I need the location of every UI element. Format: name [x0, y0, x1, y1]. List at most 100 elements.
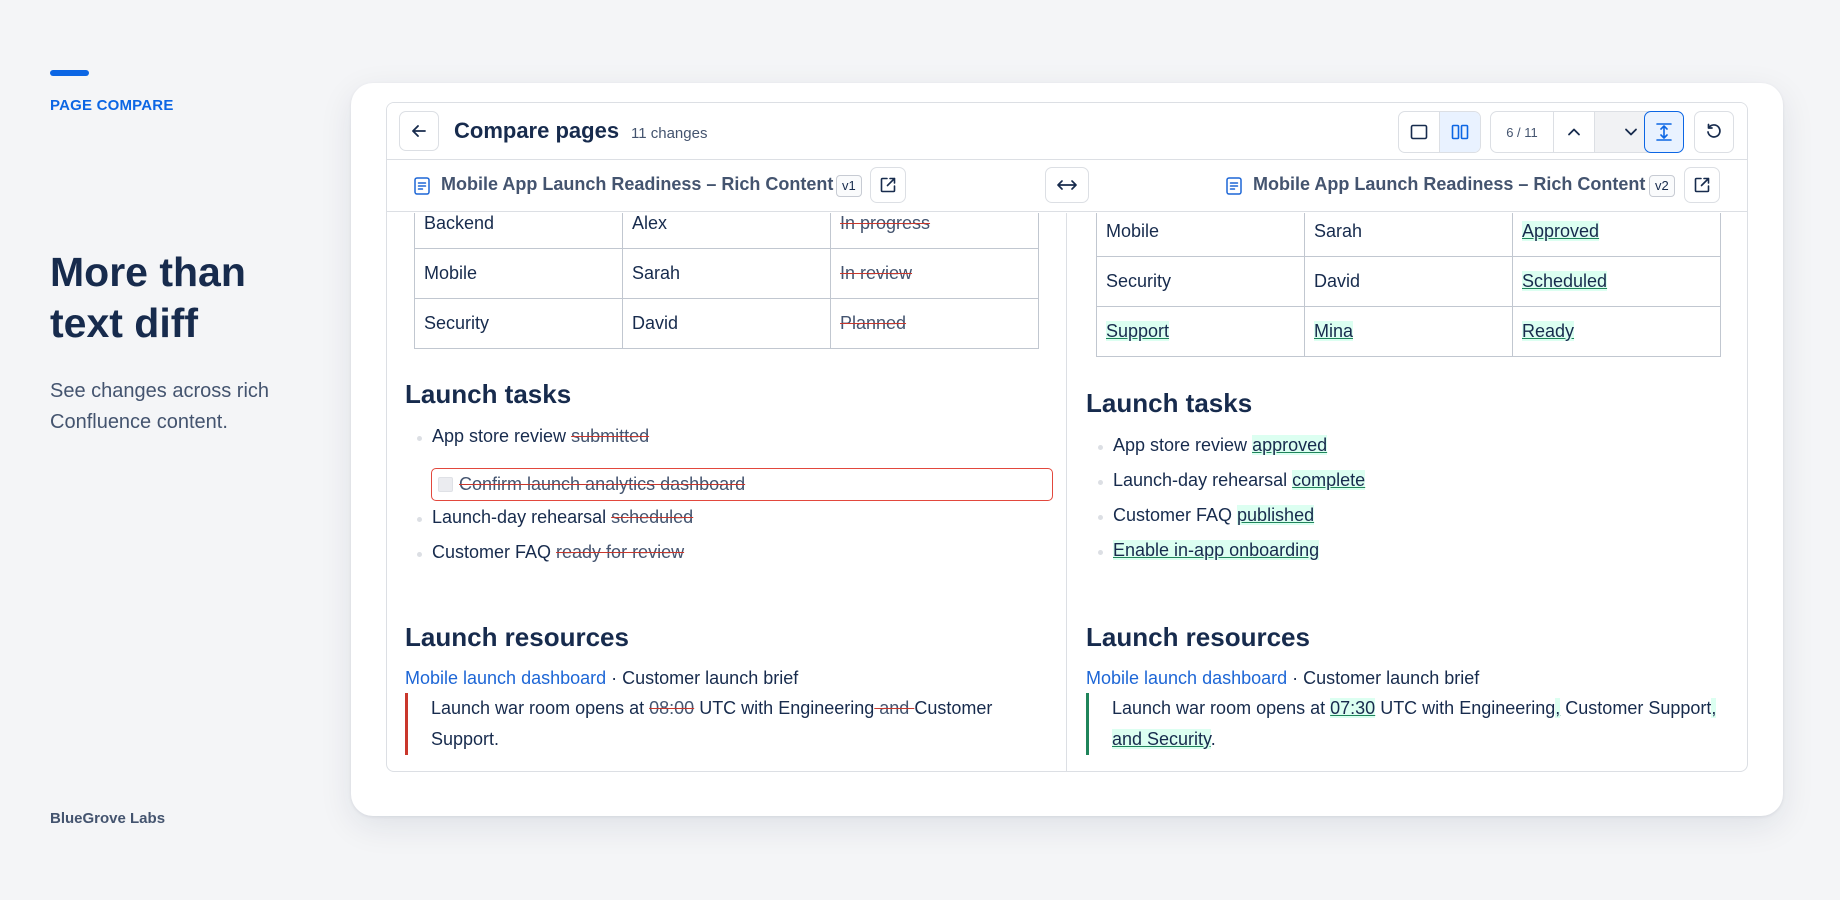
- view-mode-toggle: [1398, 111, 1481, 153]
- resources-heading: Launch resources: [405, 622, 629, 652]
- split-view-button[interactable]: [1440, 112, 1480, 152]
- list-item: Launch-day rehearsal scheduled: [432, 507, 694, 527]
- compare-panel: Compare pages 11 changes 6 / 11 Mobile A…: [386, 102, 1748, 772]
- brand-name: BlueGrove Labs: [50, 810, 166, 827]
- removed-task-item: Confirm launch analytics dashboard: [431, 468, 1053, 501]
- table-cell: Scheduled: [1512, 256, 1721, 307]
- resource-links: Mobile launch dashboard · Customer launc…: [1086, 668, 1480, 688]
- added-text: complete: [1292, 470, 1366, 490]
- right-version-pane[interactable]: Mobile Sarah Approved Security David Sch…: [1068, 213, 1747, 771]
- right-version-badge: v2: [1649, 175, 1675, 197]
- page-icon: [1226, 177, 1242, 195]
- list-item: Customer FAQ published: [1113, 505, 1315, 525]
- list-bullet: [417, 552, 422, 557]
- table-row: Support Mina Ready: [1096, 306, 1721, 357]
- list-item: Enable in-app onboarding: [1113, 540, 1320, 561]
- compare-card: Compare pages 11 changes 6 / 11 Mobile A…: [351, 83, 1783, 816]
- previous-change-button[interactable]: [1554, 112, 1595, 152]
- left-version-badge: v1: [836, 175, 862, 197]
- removed-text: ready for review: [556, 542, 685, 562]
- dashboard-link[interactable]: Mobile launch dashboard: [405, 668, 606, 688]
- list-item: Customer FAQ ready for review: [432, 542, 685, 562]
- removed-text: In progress: [840, 213, 931, 233]
- left-owners-table: Backend Alex In progress Mobile Sarah In…: [414, 213, 1039, 349]
- list-bullet: [417, 517, 422, 522]
- removed-text: 08:00: [649, 698, 695, 718]
- table-cell: Planned: [830, 298, 1039, 349]
- resource-text: Customer launch brief: [622, 668, 799, 688]
- table-row: Mobile Sarah Approved: [1096, 213, 1721, 257]
- added-text: Scheduled: [1522, 271, 1608, 291]
- list-item: Launch-day rehearsal complete: [1113, 470, 1366, 490]
- external-link-icon: [1694, 177, 1710, 193]
- table-cell: Security: [1096, 256, 1305, 307]
- added-text: approved: [1252, 435, 1328, 455]
- reset-button[interactable]: [1694, 111, 1734, 153]
- fit-height-button[interactable]: [1644, 111, 1684, 153]
- left-version-title: Mobile App Launch Readiness – Rich Conte…: [441, 174, 834, 194]
- removed-text: and: [874, 698, 915, 718]
- eyebrow-label: PAGE COMPARE: [50, 97, 174, 114]
- tasks-heading: Launch tasks: [1086, 388, 1253, 418]
- single-view-button[interactable]: [1399, 112, 1440, 152]
- table-cell: Sarah: [622, 248, 831, 299]
- hero-subtitle: See changes across rich Confluence conte…: [50, 380, 270, 433]
- table-cell: Mobile: [1096, 213, 1305, 257]
- right-callout-quote: Launch war room opens at 07:30 UTC with …: [1086, 693, 1726, 755]
- added-text: Support: [1106, 321, 1170, 341]
- table-cell: Ready: [1512, 306, 1721, 357]
- swap-horizontal-icon: [1057, 180, 1077, 190]
- resources-heading: Launch resources: [1086, 622, 1310, 652]
- table-row: Mobile Sarah In review: [414, 248, 1039, 299]
- page-title: Compare pages: [454, 118, 620, 143]
- table-cell: Security: [414, 298, 623, 349]
- table-row: Security David Scheduled: [1096, 256, 1721, 307]
- swap-versions-button[interactable]: [1045, 167, 1089, 203]
- chevron-down-icon: [1625, 128, 1637, 136]
- change-pager: 6 / 11: [1491, 112, 1554, 152]
- added-text: Approved: [1522, 221, 1600, 241]
- tasks-heading: Launch tasks: [405, 379, 572, 409]
- dashboard-link[interactable]: Mobile launch dashboard: [1086, 668, 1287, 688]
- single-pane-icon: [1410, 124, 1428, 140]
- table-row: Backend Alex In progress: [414, 213, 1039, 249]
- open-left-version-button[interactable]: [870, 167, 906, 203]
- removed-text: Planned: [840, 313, 907, 333]
- removed-text: submitted: [571, 426, 650, 446]
- table-cell: David: [1304, 256, 1513, 307]
- resource-links: Mobile launch dashboard · Customer launc…: [405, 668, 799, 688]
- hero-headline: More than text diff: [50, 249, 246, 346]
- list-bullet: [1098, 445, 1103, 450]
- expand-vertical-icon: [1656, 123, 1672, 141]
- removed-text: scheduled: [611, 507, 694, 527]
- table-cell: Mina: [1304, 306, 1513, 357]
- toolbar: Compare pages 11 changes 6 / 11: [387, 103, 1747, 160]
- table-row: Security David Planned: [414, 298, 1039, 349]
- split-pane-icon: [1451, 124, 1469, 140]
- chevron-up-icon: [1568, 128, 1580, 136]
- table-cell: Backend: [414, 213, 623, 249]
- back-button[interactable]: [399, 111, 439, 151]
- list-bullet: [1098, 515, 1103, 520]
- page-icon: [414, 177, 430, 195]
- list-item: App store review approved: [1113, 435, 1328, 455]
- refresh-icon: [1707, 123, 1721, 138]
- table-cell: David: [622, 298, 831, 349]
- list-item: App store review submitted: [432, 426, 650, 446]
- right-version-title: Mobile App Launch Readiness – Rich Conte…: [1253, 174, 1646, 194]
- added-text: Ready: [1522, 321, 1575, 341]
- version-header: Mobile App Launch Readiness – Rich Conte…: [387, 160, 1747, 212]
- table-cell: Mobile: [414, 248, 623, 299]
- table-cell: Approved: [1512, 213, 1721, 257]
- list-bullet: [1098, 480, 1103, 485]
- removed-text: In review: [840, 263, 913, 283]
- open-right-version-button[interactable]: [1684, 167, 1720, 203]
- resource-text: Customer launch brief: [1303, 668, 1480, 688]
- left-callout-quote: Launch war room opens at 08:00 UTC with …: [405, 693, 1015, 755]
- left-version-pane[interactable]: Backend Alex In progress Mobile Sarah In…: [387, 213, 1067, 771]
- table-cell: In progress: [830, 213, 1039, 249]
- list-bullet: [417, 436, 422, 441]
- change-navigator: 6 / 11: [1490, 111, 1668, 153]
- task-checkbox[interactable]: [438, 477, 453, 492]
- arrow-left-icon: [412, 125, 426, 137]
